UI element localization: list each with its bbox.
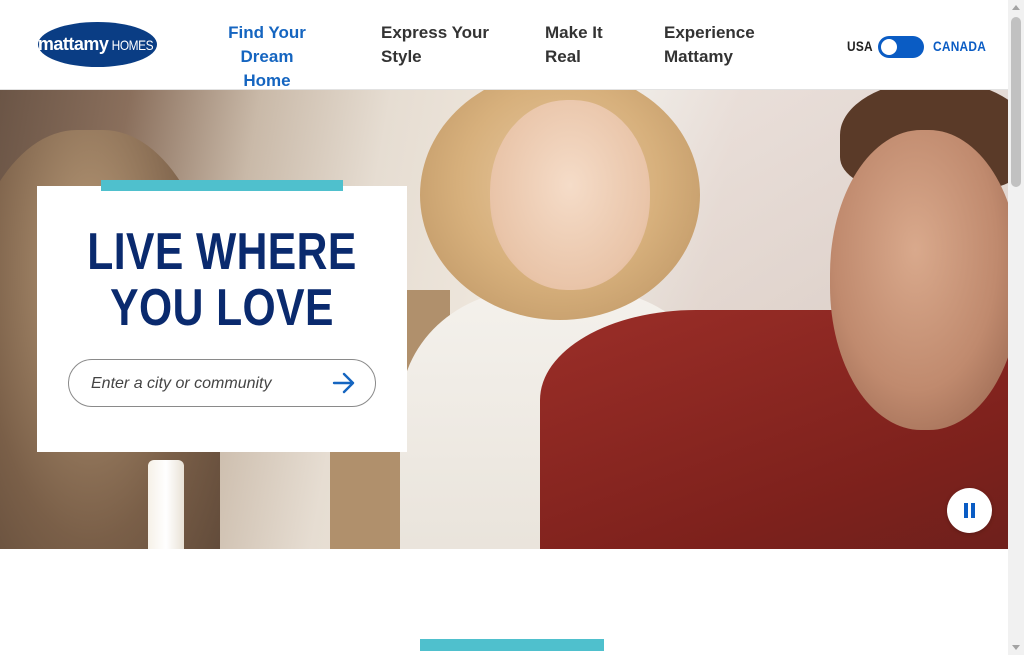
- vertical-scrollbar[interactable]: [1008, 0, 1024, 655]
- arrow-right-icon[interactable]: [332, 372, 356, 394]
- country-label-usa[interactable]: USA: [847, 38, 873, 54]
- nav-label-line2: Real: [545, 47, 581, 66]
- mattamy-homes-logo[interactable]: mattamy HOMES: [38, 22, 157, 67]
- nav-find-your-dream-home[interactable]: Find Your Dream Home: [203, 21, 331, 93]
- hero-man: [830, 130, 1008, 430]
- nav-label-line1: Express Your: [381, 23, 490, 42]
- section-accent-bar: [420, 639, 604, 651]
- scrollbar-thumb[interactable]: [1011, 17, 1021, 187]
- card-accent-bar: [101, 180, 343, 191]
- nav-make-it-real[interactable]: Make It Real: [545, 21, 603, 69]
- nav-label-line2: Mattamy: [664, 47, 733, 66]
- candle: [148, 460, 184, 549]
- scroll-up-arrow-icon[interactable]: [1012, 5, 1020, 10]
- country-toggle[interactable]: [878, 36, 924, 58]
- nav-experience-mattamy[interactable]: Experience Mattamy: [664, 21, 755, 69]
- location-search-input[interactable]: [89, 371, 323, 397]
- hero-child: [490, 100, 650, 290]
- hero-headline: LIVE WHERE YOU LOVE: [70, 224, 373, 336]
- location-search-box: [68, 359, 376, 407]
- nav-express-your-style[interactable]: Express Your Style: [381, 21, 489, 69]
- country-label-canada[interactable]: CANADA: [933, 38, 986, 54]
- scroll-down-arrow-icon[interactable]: [1012, 645, 1020, 650]
- headline-line2: YOU LOVE: [110, 279, 334, 337]
- nav-label-line1: Make It: [545, 23, 603, 42]
- video-pause-button[interactable]: [947, 488, 992, 533]
- nav-label-line2: Style: [381, 47, 422, 66]
- toggle-knob: [881, 39, 897, 55]
- logo-text-bold: mattamy: [37, 34, 109, 54]
- nav-label-line1: Experience: [664, 23, 755, 42]
- headline-line1: LIVE WHERE: [87, 223, 357, 281]
- nav-label-line1: Find Your Dream: [228, 23, 306, 66]
- site-header: mattamy HOMES Find Your Dream Home Expres…: [0, 0, 1008, 90]
- logo-text-light: HOMES: [112, 36, 154, 53]
- search-card: LIVE WHERE YOU LOVE: [37, 186, 407, 452]
- page: mattamy HOMES Find Your Dream Home Expres…: [0, 0, 1008, 655]
